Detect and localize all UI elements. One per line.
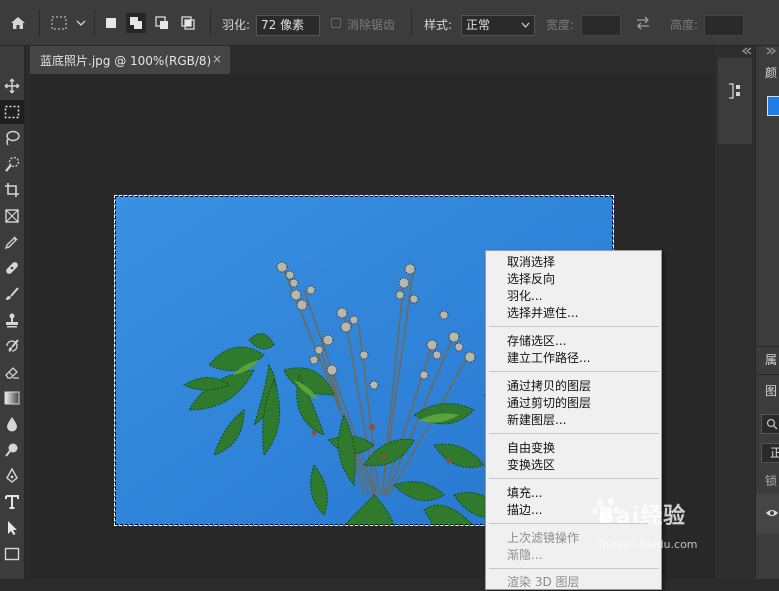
subtract-from-selection-icon[interactable] [154,0,172,46]
type-tool-icon[interactable] [0,490,24,514]
history-brush-tool-icon[interactable] [0,334,24,358]
quick-selection-tool-icon[interactable] [0,152,24,176]
style-select[interactable]: 正常 [461,15,535,36]
feather-label: 羽化: [222,18,251,32]
eraser-tool-icon[interactable] [0,360,24,384]
layer-search-box[interactable] [761,414,779,434]
rectangular-marquee-tool-icon[interactable] [0,100,24,124]
menu-separator [489,478,659,479]
blur-tool-icon[interactable] [0,412,24,436]
document-tab-strip: 蓝底照片.jpg @ 100%(RGB/8) × [30,46,715,74]
intersect-selection-icon[interactable] [180,0,198,46]
move-tool-icon[interactable] [0,74,24,98]
menu-item-select-inverse[interactable]: 选择反向 [507,271,555,288]
swap-width-height-icon[interactable] [635,0,653,46]
marquee-tool-preset-picker[interactable] [50,0,88,46]
add-to-selection-icon[interactable] [126,0,148,46]
healing-brush-tool-icon[interactable] [0,256,24,280]
menu-item-feather[interactable]: 羽化... [507,288,542,305]
history-icon [729,83,740,99]
menu-item-last-filter: 上次滤镜操作 [507,531,580,545]
frame-tool-icon[interactable] [0,204,24,228]
right-panels: 颜 属 图 正 锁 [755,46,779,579]
layers-panel-tab[interactable]: 图 [765,382,777,399]
watermark-brand: Bai经验 [598,504,687,529]
menu-item-layer-via-copy[interactable]: 通过拷贝的图层 [507,378,591,395]
width-input[interactable] [581,15,621,36]
menu-item-deselect[interactable]: 取消选择 [507,254,555,271]
brush-tool-icon[interactable] [0,282,24,306]
path-selection-tool-icon[interactable] [0,516,24,540]
menu-item-fade: 渐隐... [507,548,543,562]
chevron-down-icon [521,22,530,28]
menu-separator [489,433,659,434]
menu-separator [489,568,659,569]
properties-panel-tab[interactable]: 属 [765,351,777,368]
menu-item-stroke[interactable]: 描边... [507,502,542,519]
foreground-color-swatch[interactable] [767,96,779,116]
gradient-tool-icon[interactable] [0,386,24,410]
menu-item-select-and-mask[interactable]: 选择并遮住... [507,305,578,322]
clone-stamp-tool-icon[interactable] [0,308,24,332]
menu-item-free-transform[interactable]: 自由变换 [507,440,555,457]
menu-item-transform-selection[interactable]: 变换选区 [507,457,555,474]
blend-mode-select[interactable]: 正 [761,443,779,463]
feather-input[interactable]: 72 像素 [256,15,320,36]
panel-dock-strip [715,46,755,579]
crop-tool-icon[interactable] [0,178,24,202]
document-tab-title: 蓝底照片.jpg @ 100%(RGB/8) [40,53,212,68]
tools-panel [0,46,25,579]
menu-item-render-3d-layer: 渲染 3D 图层 [507,575,580,589]
antialias-label: 消除锯齿 [347,18,396,32]
menu-item-layer-via-cut[interactable]: 通过剪切的图层 [507,395,591,412]
style-select-value: 正常 [466,18,491,32]
antialias-checkbox[interactable] [331,0,343,46]
height-input[interactable] [704,15,744,36]
width-label: 宽度: [546,18,575,32]
options-bar: 羽化: 72 像素 消除锯齿 样式: 正常 宽度: 高度: [0,0,779,46]
style-label: 样式: [424,18,453,32]
color-panel-tab[interactable]: 颜 [765,64,777,81]
home-icon[interactable] [6,0,30,46]
layer-row[interactable] [756,494,779,534]
collapse-panels-icon[interactable] [742,47,752,55]
lock-label: 锁 [765,474,778,488]
new-selection-icon[interactable] [104,0,122,46]
eyedropper-tool-icon[interactable] [0,230,24,254]
lasso-tool-icon[interactable] [0,126,24,150]
menu-item-fill[interactable]: 填充... [507,485,542,502]
visibility-eye-icon[interactable] [765,508,779,518]
blend-mode-value: 正 [770,446,779,460]
menu-item-save-selection[interactable]: 存储选区... [507,333,566,350]
menu-separator [489,371,659,372]
dodge-tool-icon[interactable] [0,438,24,462]
height-label: 高度: [670,18,699,32]
history-panel-button[interactable] [718,58,752,144]
close-tab-icon[interactable]: × [212,52,222,66]
pen-tool-icon[interactable] [0,464,24,488]
menu-separator [489,326,659,327]
document-tab[interactable]: 蓝底照片.jpg @ 100%(RGB/8) × [30,46,230,74]
expand-panels-icon[interactable] [766,47,776,55]
menu-item-make-work-path[interactable]: 建立工作路径... [507,350,590,367]
rectangle-tool-icon[interactable] [0,542,24,566]
menu-item-new-layer[interactable]: 新建图层... [507,412,566,429]
watermark-url: jingyan.baidu.com [596,538,698,551]
search-icon [766,418,778,430]
